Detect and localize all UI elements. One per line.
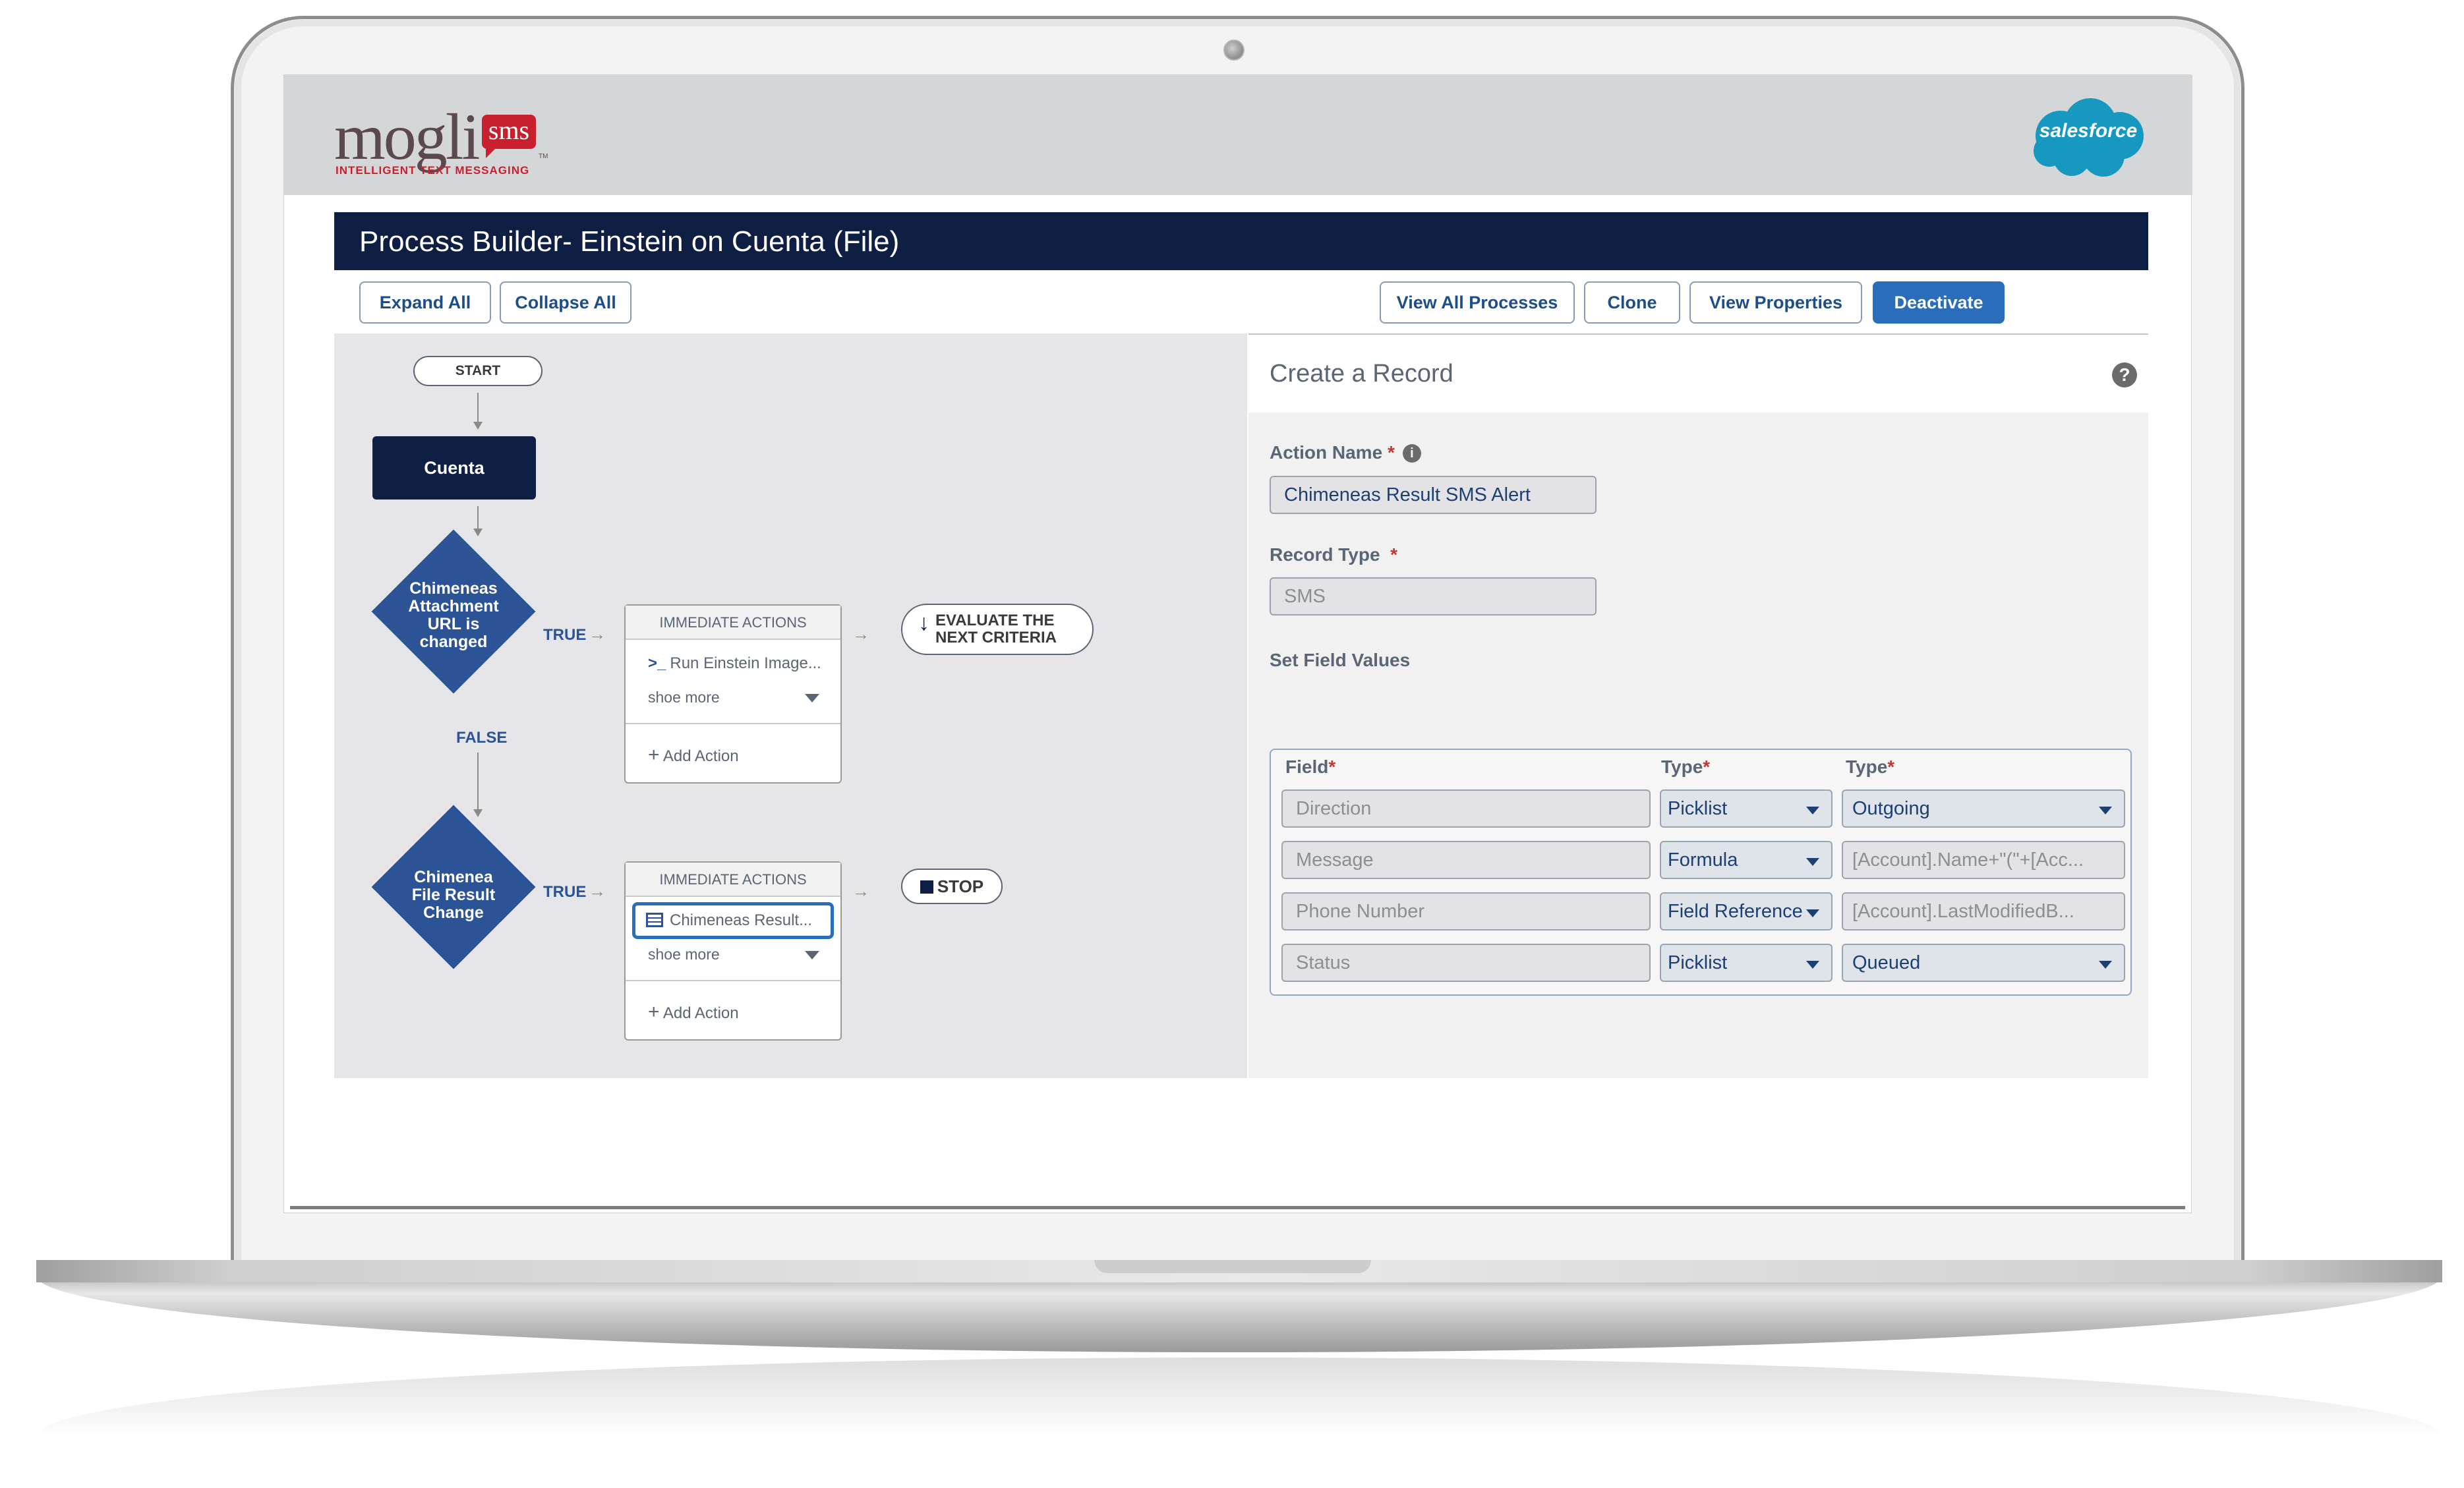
show-more-link[interactable]: shoe more [648,689,720,706]
column-value-type: Type* [1846,757,1895,777]
evaluate-next-criteria-node[interactable]: ↓ EVALUATE THE NEXT CRITERIA [901,604,1094,655]
app-header: mogli sms TM INTELLIGENT TEXT MESSAGING … [284,75,2192,195]
info-icon[interactable]: i [1402,444,1421,463]
screen: mogli sms TM INTELLIGENT TEXT MESSAGING … [283,74,2192,1213]
chevron-down-icon[interactable] [805,694,819,702]
screen-bottom-edge [290,1206,2185,1209]
laptop-base-notch [1094,1260,1371,1273]
add-action-button[interactable]: + Add Action [648,744,739,766]
page-title: Process Builder- Einstein on Cuenta (Fil… [359,225,900,258]
plus-icon: + [648,1001,660,1023]
arrow-down-icon [473,529,483,536]
field-phone-number[interactable]: Phone Number [1281,892,1651,930]
immediate-actions-header: IMMEDIATE ACTIONS [626,863,840,897]
chevron-down-icon[interactable] [805,951,819,959]
true-label-2: TRUE [543,883,587,901]
stop-icon [920,880,933,894]
laptop-shadow [36,1358,2442,1437]
start-node: START [413,356,543,386]
terminal-icon: >_ [648,654,666,672]
criteria-2-label: Chimenea File Result Change [411,868,496,922]
type-select-status[interactable]: Picklist [1660,944,1833,982]
value-select-direction[interactable]: Outgoing [1842,789,2125,828]
arrow-right-icon: → [589,624,606,644]
process-canvas: START Cuenta Chimeneas Attachment URL is… [334,333,1247,1078]
action-name-input[interactable]: Chimeneas Result SMS Alert [1270,476,1597,514]
value-input-message[interactable]: [Account].Name+"("+[Acc... [1842,841,2125,879]
record-type-label: Record Type * [1270,544,1397,565]
criteria-1-label: Chimeneas Attachment URL is changed [408,579,499,651]
value-input-phone-number[interactable]: [Account].LastModifiedB... [1842,892,2125,930]
type-select-direction[interactable]: Picklist [1660,789,1833,828]
arrow-right-icon: → [589,881,606,901]
add-action-button[interactable]: + Add Action [648,1001,739,1023]
object-node-cuenta[interactable]: Cuenta [372,436,536,500]
value-select-status[interactable]: Queued [1842,944,2125,982]
action-name-label: Action Name * i [1270,442,1421,463]
field-direction[interactable]: Direction [1281,789,1651,828]
camera-icon [1223,40,1245,61]
set-field-values-label: Set Field Values [1270,650,1411,670]
stop-node: STOP [901,869,1003,904]
logo-trademark: TM [539,153,548,160]
immediate-actions-header: IMMEDIATE ACTIONS [626,606,840,640]
type-select-message[interactable]: Formula [1660,841,1833,879]
salesforce-logo-text: salesforce [2039,120,2138,142]
view-properties-button[interactable]: View Properties [1689,281,1862,324]
column-type: Type* [1661,757,1711,777]
mogli-logo-word: mogli [334,100,480,173]
help-icon[interactable]: ? [2112,362,2137,387]
logo-tagline: INTELLIGENT TEXT MESSAGING [336,164,530,177]
record-icon [646,913,663,927]
show-more-link[interactable]: shoe more [648,946,720,963]
view-all-processes-button[interactable]: View All Processes [1380,281,1575,324]
panel-header: Create a Record ? [1248,333,2148,413]
clone-button[interactable]: Clone [1584,281,1680,324]
deactivate-button[interactable]: Deactivate [1873,281,2005,324]
immediate-actions-box-1: IMMEDIATE ACTIONS >_ Run Einstein Image..… [624,604,842,784]
type-select-phone-number[interactable]: Field Reference [1660,892,1833,930]
plus-icon: + [648,744,660,766]
false-label: FALSE [456,729,508,747]
set-field-values-table: Field* Type* Type* Direction Picklist Ou… [1270,749,2132,996]
required-marker: * [1387,442,1395,463]
arrow-right-icon: → [852,624,869,644]
action-chimeneas-result[interactable]: Chimeneas Result... [632,902,834,939]
collapse-all-button[interactable]: Collapse All [500,281,631,324]
record-type-input[interactable]: SMS [1270,577,1597,615]
sms-logo-badge: sms [482,115,536,158]
field-message[interactable]: Message [1281,841,1651,879]
arrow-down-icon [473,809,483,817]
required-marker: * [1390,544,1397,565]
page-title-bar: Process Builder- Einstein on Cuenta (Fil… [334,212,2148,270]
arrow-right-icon: → [852,881,869,901]
panel-title: Create a Record [1270,360,1453,387]
column-field: Field* [1285,757,1336,777]
arrow-down-icon [473,422,483,430]
expand-all-button[interactable]: Expand All [359,281,491,324]
action-run-einstein[interactable]: >_ Run Einstein Image... [632,645,834,682]
field-status[interactable]: Status [1281,944,1651,982]
arrow-down-icon: ↓ [918,610,929,635]
create-record-panel: Create a Record ? Action Name * i Chimene… [1248,333,2148,1078]
immediate-actions-box-2: IMMEDIATE ACTIONS Chimeneas Result... sh… [624,861,842,1041]
true-label-1: TRUE [543,626,587,644]
